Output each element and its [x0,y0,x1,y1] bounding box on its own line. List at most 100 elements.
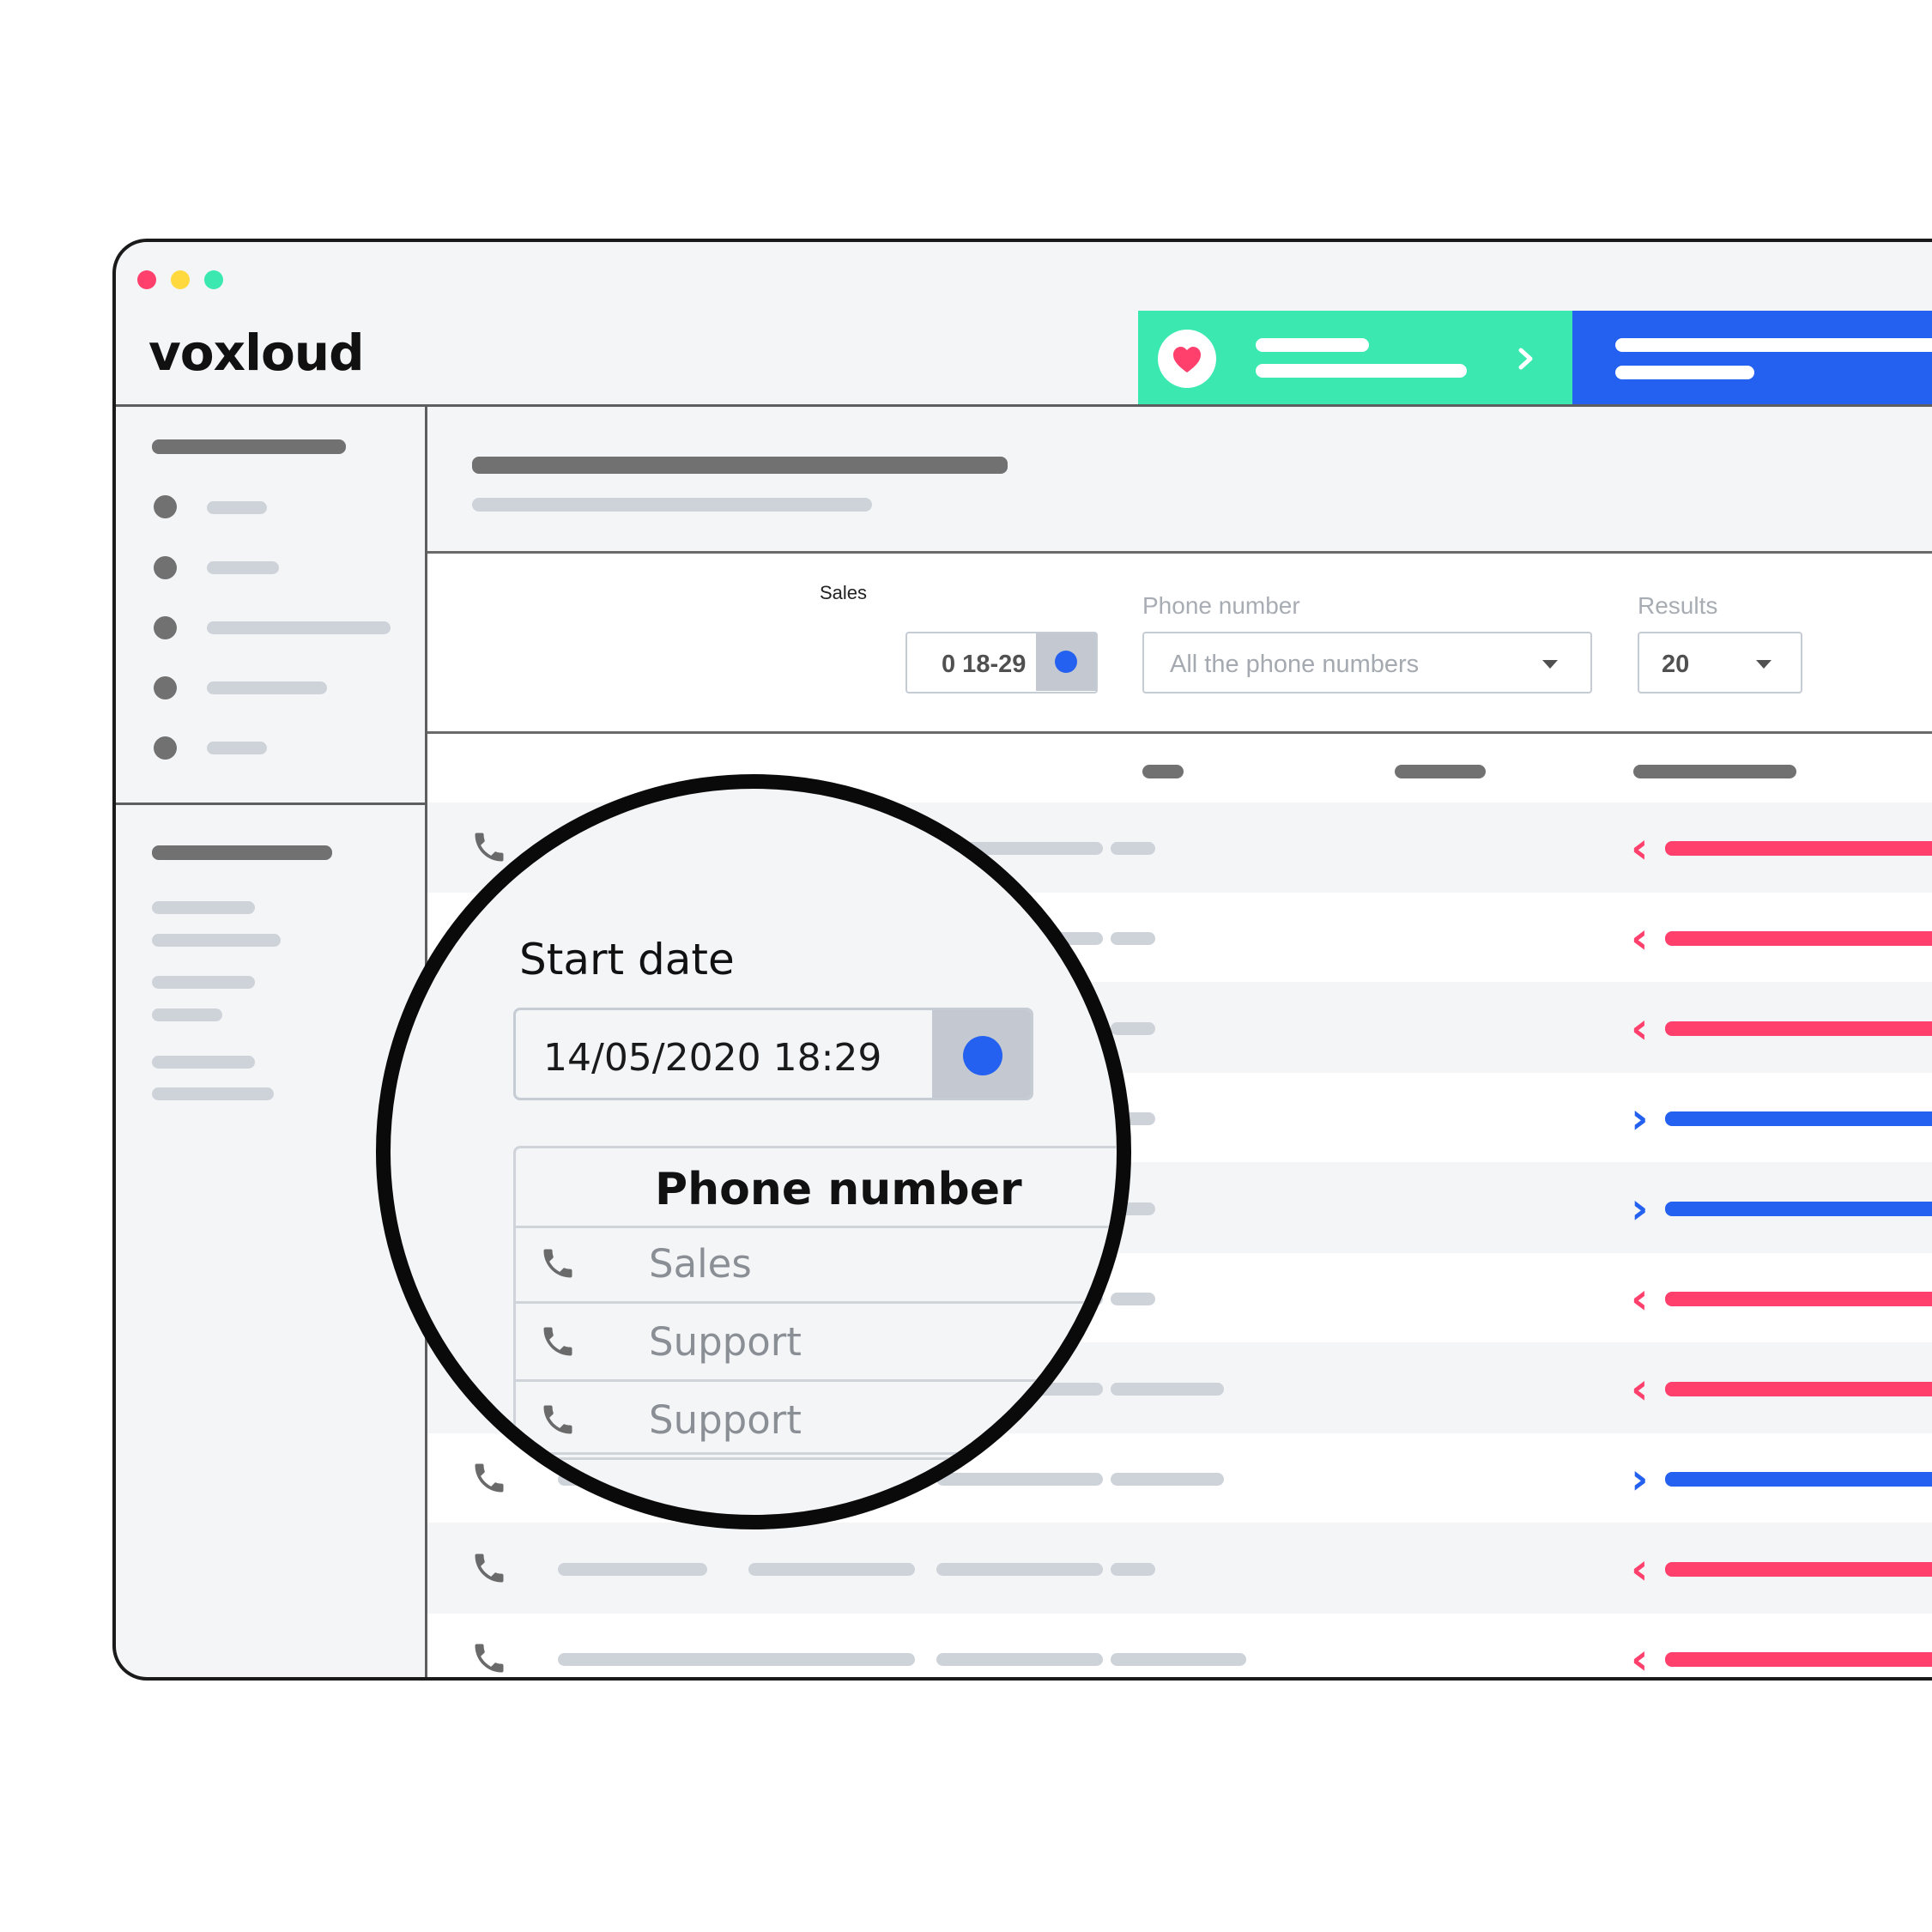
window-close-button[interactable] [137,270,156,289]
incoming-call-icon: ‹ [1631,1544,1649,1594]
column-header [1142,765,1184,778]
phone-number-filter-label: Phone number [1142,592,1300,619]
magnifier-lens: Start date 14/05/2020 18:29 Phone number… [376,774,1131,1529]
table-cell [936,1473,1103,1486]
app-window: voxloud Sales 0 18-29 Phone number All t… [112,239,1932,1681]
results-filter-label: Results [1638,592,1718,619]
call-direction-bar [1665,1562,1932,1577]
window-minimize-button[interactable] [171,270,190,289]
sidebar-item-label [207,621,391,634]
sidebar-link[interactable] [152,934,281,947]
phone-icon [539,1401,577,1438]
banner-text-bar [1615,366,1754,379]
incoming-call-icon: ‹ [1631,1364,1649,1414]
phone-number-header: Phone number [516,1148,1117,1228]
call-direction-bar [1665,841,1932,856]
banner-text-bar [1256,364,1467,378]
results-select-value: 20 [1662,651,1690,678]
table-cell [936,1653,1103,1666]
sidebar-item-label [207,742,267,754]
table-cell [1111,1293,1155,1305]
sidebar-item-icon [154,736,177,760]
window-maximize-button[interactable] [204,270,223,289]
phone-number-header-text: Phone number [655,1164,1022,1215]
phone-icon [470,828,508,870]
stray-label: Sales [820,582,868,603]
app-logo: voxloud [148,324,365,382]
phone-number-option-label: Support [649,1397,802,1443]
table-cell [1111,1022,1155,1035]
call-direction-bar [1665,1111,1932,1126]
table-cell [1111,1473,1224,1486]
phone-number-select[interactable]: All the phone numbers [1142,632,1592,693]
call-direction-bar [1665,1021,1932,1036]
table-cell [558,1563,707,1576]
phone-number-dropdown: Phone number Sales Support Support [513,1146,1117,1460]
call-direction-bar [1665,1472,1932,1487]
column-header [1395,765,1486,778]
incoming-call-icon: ‹ [1631,1634,1649,1681]
start-date-field[interactable]: 14/05/2020 18:29 [513,1008,1033,1100]
call-direction-bar [1665,931,1932,946]
phone-icon [470,1549,508,1591]
incoming-call-icon: ‹ [1631,1274,1649,1323]
sidebar-link[interactable] [152,1087,274,1100]
promo-banner[interactable] [1138,311,1572,406]
incoming-call-icon: ‹ [1631,823,1649,873]
table-cell [1111,1653,1246,1666]
action-banner[interactable] [1572,311,1932,406]
sidebar-item-icon [154,676,177,700]
phone-number-option[interactable]: Support [516,1304,1117,1382]
call-direction-bar [1665,1652,1932,1667]
phone-icon [539,1245,577,1282]
incoming-call-icon: ‹ [1631,913,1649,963]
sidebar-item-icon [154,556,177,579]
table-cell [1111,1383,1224,1396]
sidebar-item-icon [154,495,177,518]
sidebar-item-label [207,501,267,514]
page-subtitle [472,498,872,512]
sidebar-section-title [152,845,332,860]
chevron-right-icon [1518,348,1533,370]
call-direction-bar [1665,1292,1932,1306]
results-select[interactable]: 20 [1638,632,1802,693]
table-cell [1111,1563,1155,1576]
banner-text-bar [1256,338,1369,352]
heart-icon [1158,330,1216,388]
chevron-down-icon [1542,660,1558,669]
outgoing-call-icon: › [1631,1184,1649,1233]
date-picker-button[interactable] [1036,633,1096,691]
sidebar-title [152,439,346,454]
table-cell [1111,842,1155,855]
start-date-label: Start date [519,935,735,984]
table-row[interactable]: ‹ [427,1614,1932,1681]
phone-number-option-label: Sales [649,1241,752,1287]
sidebar-link[interactable] [152,901,255,914]
sidebar-item-icon [154,616,177,639]
phone-number-option[interactable]: Sales [516,1226,1117,1304]
table-cell [748,1563,915,1576]
banner-text-bar [1615,338,1932,352]
phone-icon [470,1459,508,1501]
page-title [472,457,1008,474]
sidebar-link[interactable] [152,1056,255,1069]
calendar-dot-icon [1055,651,1077,673]
header-divider [116,404,1932,407]
table-cell [1111,932,1155,945]
sidebar-link[interactable] [152,1008,222,1021]
sidebar-item-label [207,561,279,574]
sidebar-divider [116,802,425,805]
phone-icon [470,1639,508,1677]
table-row[interactable]: ‹ [427,1523,1932,1613]
phone-number-option-label: Support [649,1319,802,1365]
phone-number-select-value: All the phone numbers [1170,651,1420,678]
start-date-field-value: 14/05/2020 18:29 [543,1036,882,1080]
start-date-value: 0 18-29 [942,651,1027,678]
table-cell [748,1653,915,1666]
outgoing-call-icon: › [1631,1093,1649,1143]
date-picker-button[interactable] [932,1010,1031,1098]
sidebar-link[interactable] [152,976,255,989]
start-date-input[interactable]: 0 18-29 [905,632,1098,693]
sidebar-item-label [207,681,327,694]
phone-number-option[interactable]: Support [516,1382,1117,1460]
